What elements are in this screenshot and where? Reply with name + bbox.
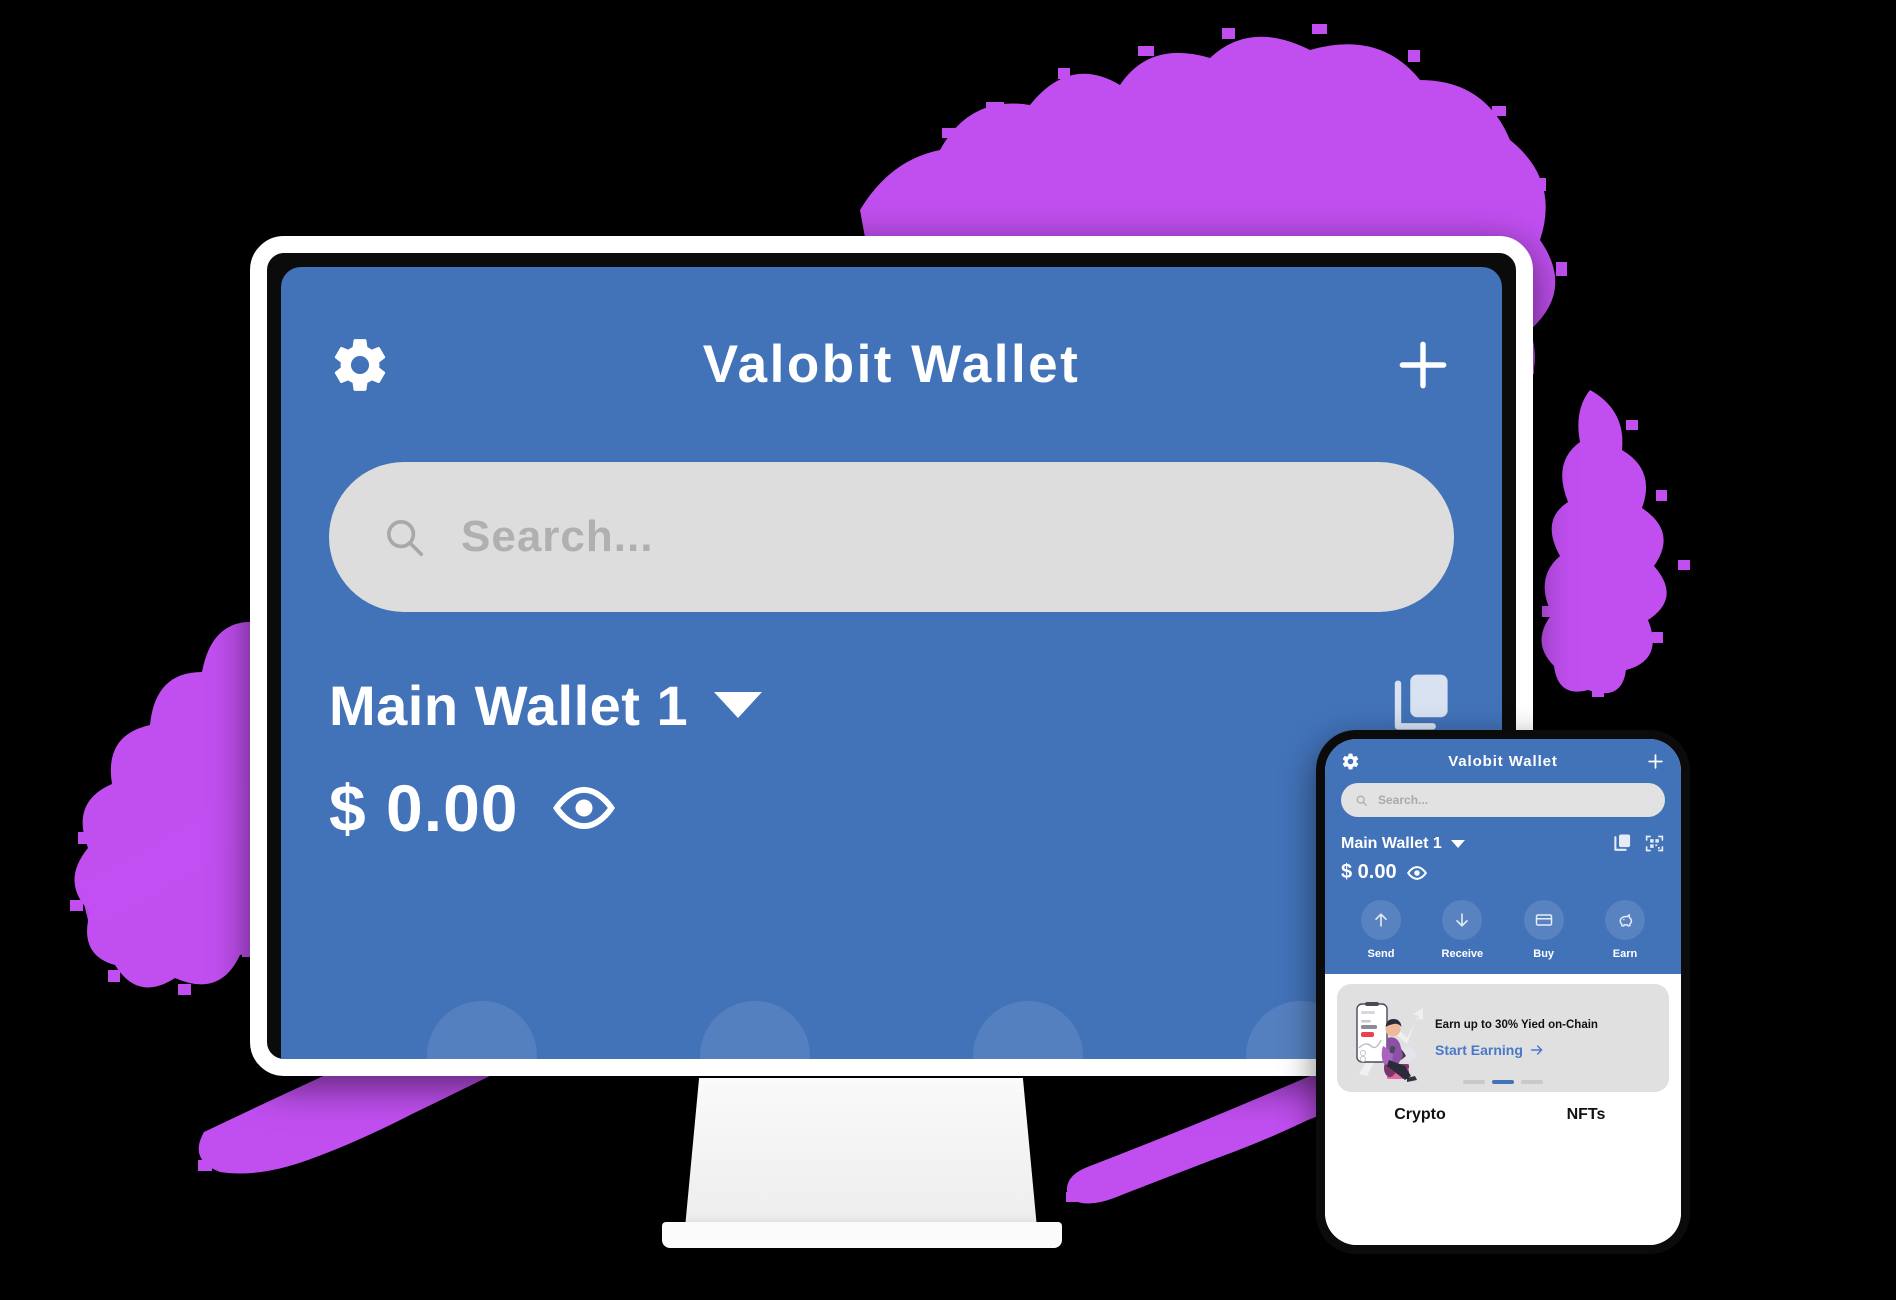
action-label: Receive [1441,948,1484,960]
phone-app-screen: Valobit Wallet Search... Main Wallet 1 $… [1325,739,1681,1245]
plus-icon[interactable] [1392,334,1454,396]
search-placeholder: Search... [461,512,654,561]
search-icon [381,514,427,560]
screenshot-root: Valobit Wallet Search... Main Wallet 1 $… [0,0,1896,1300]
action-circle-send[interactable] [426,1001,537,1059]
tab-nfts[interactable]: NFTs [1503,1106,1669,1124]
phone-device: Valobit Wallet Search... Main Wallet 1 $… [1316,730,1690,1254]
copy-icon[interactable] [1613,833,1632,854]
carousel-dot[interactable] [1463,1080,1485,1084]
promo-card[interactable]: Earn up to 30% Yied on-Chain Start Earni… [1337,984,1669,1092]
app-title: Valobit Wallet [1448,752,1558,770]
purple-splash-far-right [1530,380,1720,700]
arrow-up-icon [1375,913,1387,927]
carousel-dots [1337,1080,1669,1084]
qr-code-icon[interactable] [1644,833,1665,854]
action-circle [1604,900,1645,940]
phone-tabs: Crypto NFTs [1337,1106,1669,1124]
desktop-wallet-row: Main Wallet 1 [281,612,1502,740]
action-circle [1523,900,1564,940]
phone-balance-row: $ 0.00 [1341,861,1665,884]
action-receive[interactable]: Receive [1426,900,1498,960]
phone-blue-section: Valobit Wallet Search... Main Wallet 1 $… [1325,739,1681,974]
search-input[interactable]: Search... [1341,783,1665,817]
wallet-name[interactable]: Main Wallet 1 [329,673,688,738]
person-with-phone-chart-illustration [1349,994,1427,1082]
eye-icon[interactable] [552,786,615,830]
action-buy[interactable]: Buy [1508,900,1580,960]
carousel-dot-active[interactable] [1492,1080,1514,1084]
wallet-name[interactable]: Main Wallet 1 [1341,835,1442,853]
search-placeholder: Search... [1378,793,1429,807]
balance-amount: $ 0.00 [1341,861,1397,883]
action-circle [1442,900,1483,940]
desktop-app-header: Valobit Wallet [281,267,1502,462]
action-label: Send [1367,948,1395,960]
search-icon [1355,794,1368,807]
chevron-down-icon[interactable] [714,692,763,718]
balance-amount: $ 0.00 [329,771,519,845]
piggy-bank-icon [1619,914,1633,927]
purple-splash-bottom-center [1060,1060,1360,1230]
monitor-stand-base [662,1222,1062,1248]
action-circle [1361,900,1401,940]
start-earning-label: Start Earning [1435,1042,1523,1059]
tab-crypto[interactable]: Crypto [1337,1106,1503,1124]
phone-wallet-row: Main Wallet 1 [1341,833,1665,854]
phone-content-section: Earn up to 30% Yied on-Chain Start Earni… [1325,974,1681,1245]
chevron-down-icon[interactable] [1450,839,1465,848]
arrow-down-icon [1456,913,1469,927]
desktop-search-wrap: Search... [281,462,1502,612]
action-label: Earn [1612,948,1638,960]
action-earn[interactable]: Earn [1589,900,1661,960]
action-circle-buy[interactable] [973,1001,1084,1059]
carousel-dot[interactable] [1521,1080,1543,1084]
credit-card-icon [1535,914,1552,926]
action-send[interactable]: Send [1345,900,1417,960]
action-circle-receive[interactable] [699,1001,810,1059]
promo-title: Earn up to 30% Yied on-Chain [1435,1018,1598,1031]
phone-app-header: Valobit Wallet [1341,739,1665,783]
gear-icon[interactable] [329,334,391,396]
promo-text: Earn up to 30% Yied on-Chain Start Earni… [1435,1018,1657,1058]
arrow-right-icon [1530,1045,1543,1055]
gear-icon[interactable] [1341,752,1360,771]
start-earning-button[interactable]: Start Earning [1435,1042,1657,1058]
monitor-stand-neck [685,1078,1037,1228]
app-title: Valobit Wallet [702,335,1081,394]
plus-icon[interactable] [1646,752,1665,771]
action-label: Buy [1533,948,1555,960]
search-input[interactable]: Search... [329,462,1454,612]
eye-icon[interactable] [1406,865,1427,880]
phone-action-row: Send Receive Buy Earn [1341,900,1665,960]
